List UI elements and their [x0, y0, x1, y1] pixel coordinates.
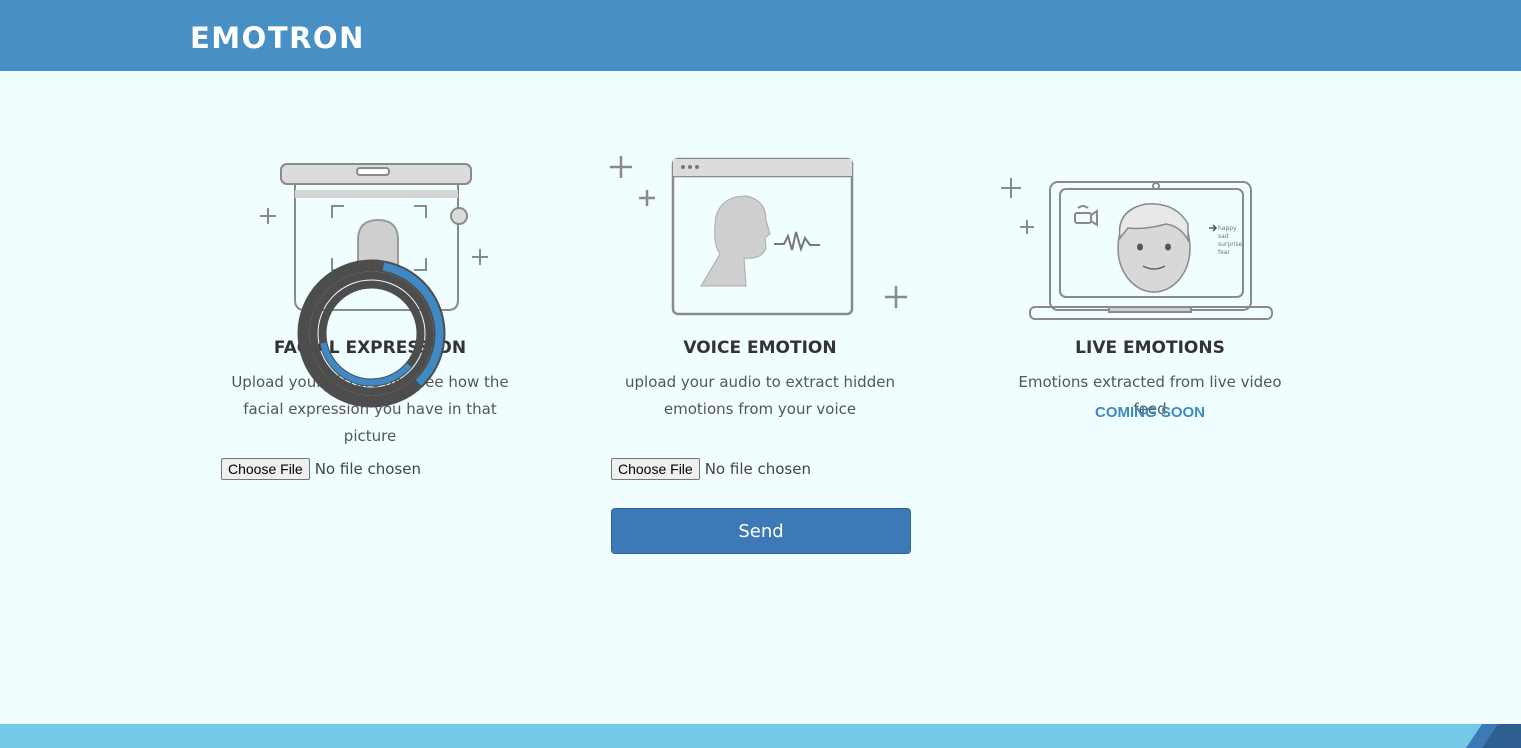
voice-emotion-title: VOICE EMOTION: [683, 338, 837, 358]
emotion-label: fear: [1218, 249, 1230, 256]
facial-file-status: No file chosen: [314, 460, 421, 478]
voice-choose-file-button[interactable]: Choose File: [611, 458, 700, 480]
loading-spinner-icon: [297, 259, 446, 408]
live-emotions-label-list: happy sad surprise fear: [1218, 225, 1242, 257]
send-button[interactable]: Send: [611, 508, 911, 554]
live-emotions-title: LIVE EMOTIONS: [1075, 338, 1225, 358]
live-emotions-illustration-icon: [1001, 178, 1273, 320]
top-navbar: EMOTRON: [0, 0, 1521, 71]
emotion-label: happy: [1218, 225, 1237, 232]
emotion-label: sad: [1218, 233, 1229, 240]
facial-file-input[interactable]: Choose File No file chosen: [221, 458, 421, 480]
emotion-label: surprise: [1218, 241, 1243, 248]
brand-logo[interactable]: EMOTRON: [190, 21, 365, 55]
voice-emotion-description: upload your audio to extract hidden emot…: [625, 373, 895, 418]
voice-file-input[interactable]: Choose File No file chosen: [611, 458, 811, 480]
footer-bar: [0, 724, 1521, 748]
voice-emotion-illustration-icon: [610, 156, 907, 316]
coming-soon-label: COMING SOON: [1094, 404, 1205, 421]
footer-corner-decoration-icon: [1466, 724, 1521, 748]
facial-choose-file-button[interactable]: Choose File: [221, 458, 310, 480]
voice-file-status: No file chosen: [704, 460, 811, 478]
